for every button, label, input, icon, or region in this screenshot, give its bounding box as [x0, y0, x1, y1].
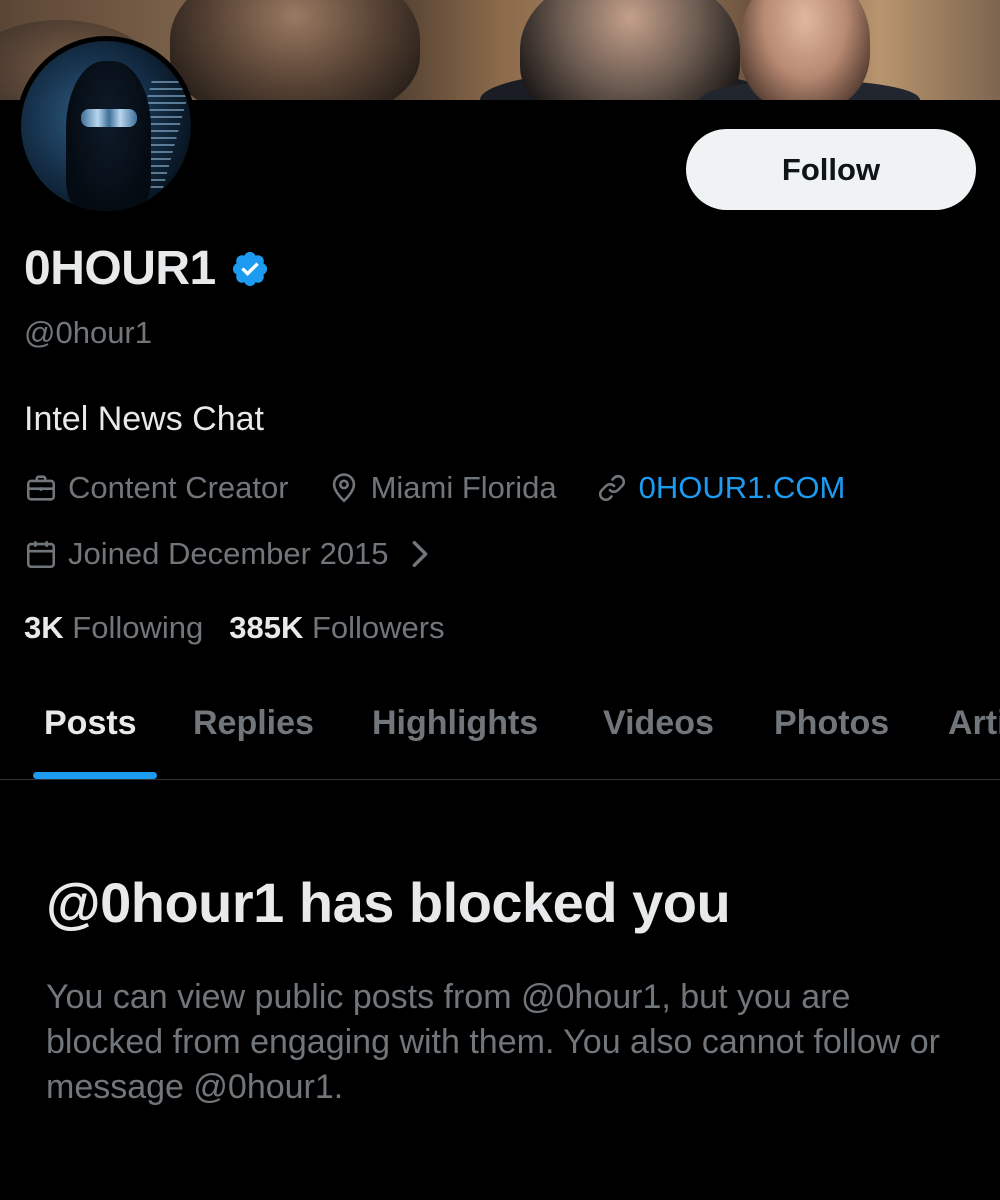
tab-videos[interactable]: Videos [603, 702, 714, 744]
joined-label: Joined December 2015 [68, 536, 389, 571]
follow-button[interactable]: Follow [686, 129, 976, 210]
location-pin-icon [332, 473, 355, 503]
following-label: Following [72, 610, 204, 645]
avatar-hood [66, 61, 151, 211]
followers-stat[interactable]: 385K Followers [229, 608, 444, 648]
banner-figure [520, 0, 740, 100]
website-link[interactable]: 0HOUR1.COM [639, 468, 846, 508]
followers-count: 385K [229, 610, 304, 645]
following-count: 3K [24, 610, 64, 645]
meta-category: Content Creator [24, 468, 289, 508]
meta-location-label: Miami Florida [370, 470, 557, 505]
banner-figure [740, 0, 870, 100]
meta-row-joined[interactable]: Joined December 2015 [24, 534, 447, 574]
display-name: 0HOUR1 [24, 242, 216, 295]
bio: Intel News Chat [24, 400, 264, 438]
chevron-right-icon [412, 540, 427, 568]
profile-tabs: Posts Replies Highlights Videos Photos A… [0, 680, 1000, 780]
meta-joined[interactable]: Joined December 2015 [24, 534, 447, 574]
link-icon [598, 474, 625, 502]
tab-articles[interactable]: Articles [948, 702, 1000, 744]
meta-row: Content Creator Miami Florida 0HOUR1.COM [24, 468, 883, 508]
banner-figure [170, 0, 420, 100]
avatar[interactable] [16, 36, 196, 216]
handle: @0hour1 [24, 315, 152, 350]
tab-replies[interactable]: Replies [193, 702, 314, 744]
calendar-icon [26, 541, 56, 569]
blocked-description: You can view public posts from @0hour1, … [46, 978, 940, 1106]
tab-posts[interactable]: Posts [44, 702, 137, 744]
meta-location: Miami Florida [327, 468, 557, 508]
following-stat[interactable]: 3K Following [24, 608, 203, 648]
tab-photos[interactable]: Photos [774, 702, 889, 744]
avatar-image [21, 41, 191, 211]
briefcase-icon [26, 475, 56, 501]
verified-badge-icon[interactable] [230, 249, 270, 289]
followers-label: Followers [311, 610, 445, 645]
avatar-eyes [81, 109, 137, 127]
meta-website[interactable]: 0HOUR1.COM [595, 468, 846, 508]
active-tab-indicator [33, 772, 157, 779]
meta-category-label: Content Creator [68, 470, 289, 505]
blocked-title: @0hour1 has blocked you [46, 871, 731, 934]
name-row: 0HOUR1 [24, 241, 270, 297]
follow-stats: 3K Following 385K Followers [24, 608, 471, 648]
tab-highlights[interactable]: Highlights [372, 702, 538, 744]
